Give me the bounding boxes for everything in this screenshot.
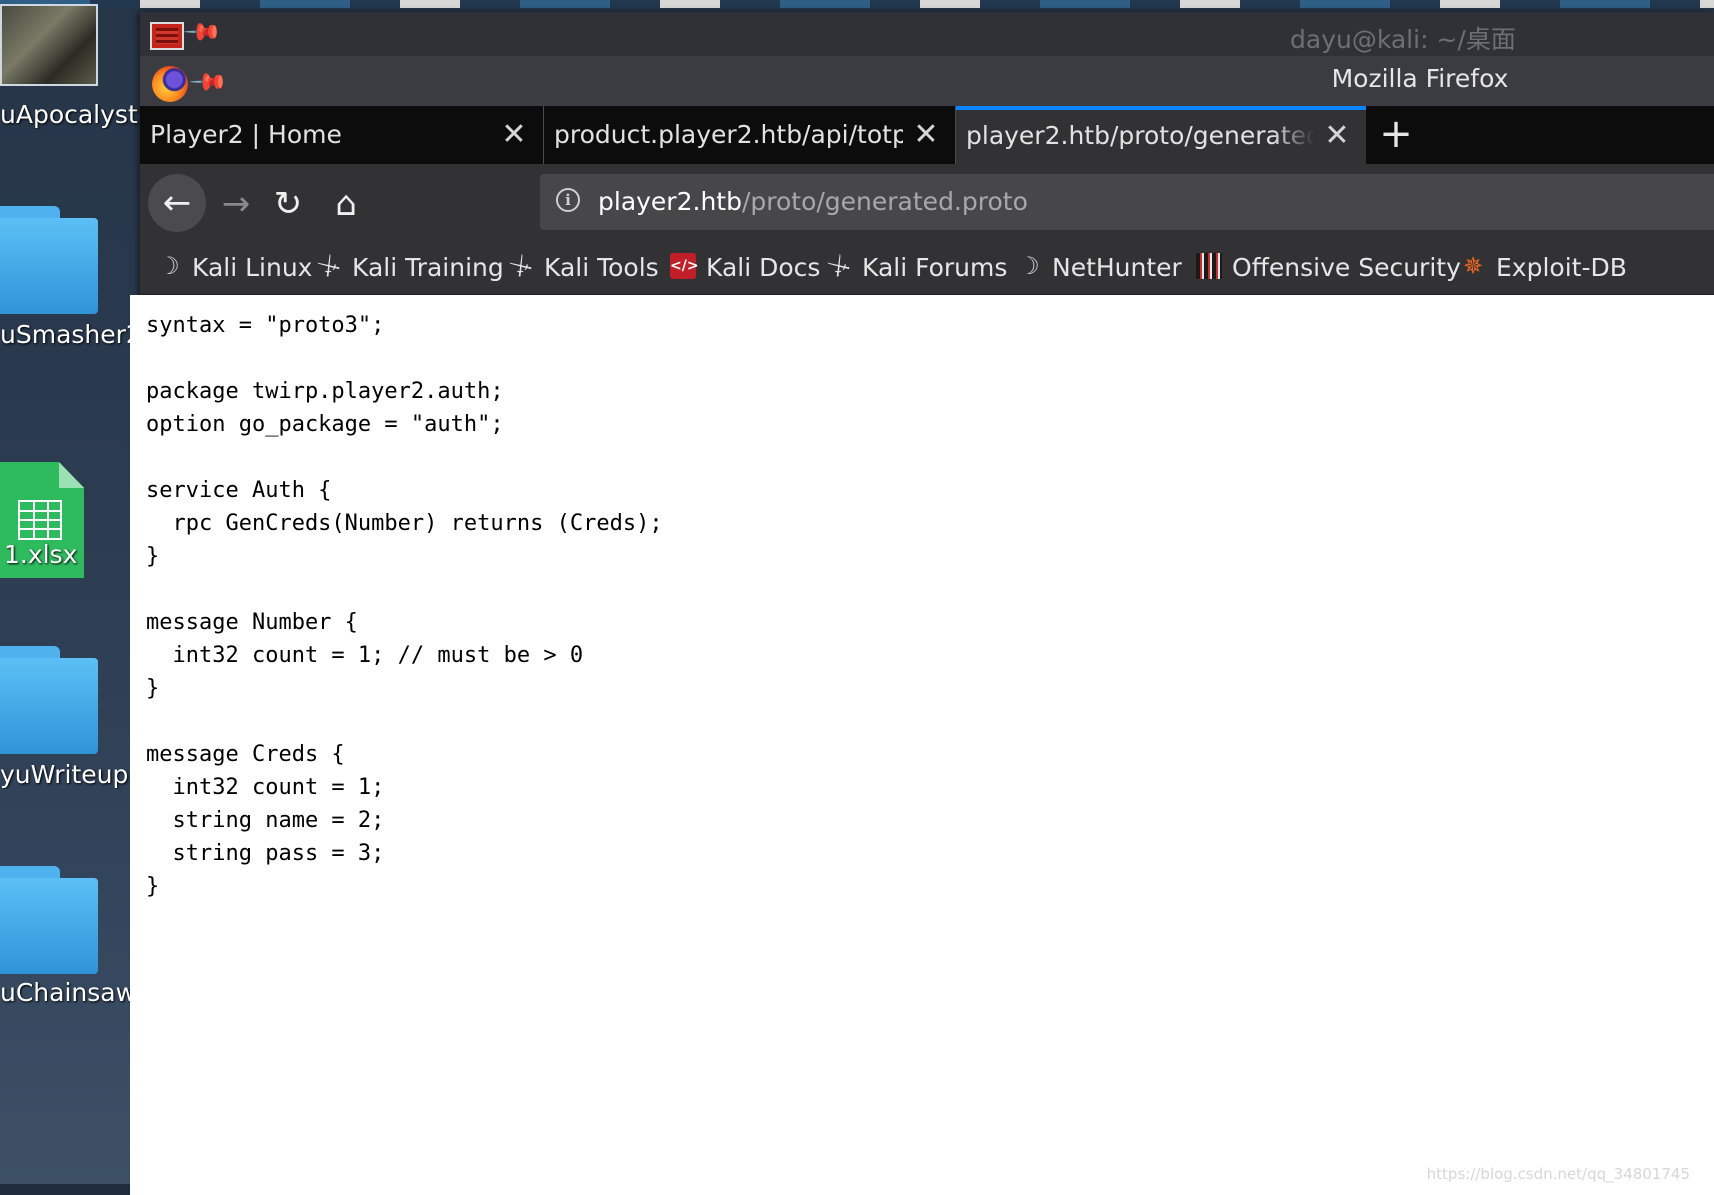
bookmark-kali-forums[interactable]: ⚔ Kali Forums bbox=[822, 242, 1008, 294]
pin-icon[interactable]: 📌 bbox=[182, 12, 223, 53]
code-line: rpc GenCreds(Number) returns (Creds); bbox=[146, 511, 663, 536]
kali-knife-icon: ⚔ bbox=[822, 248, 856, 284]
terminal-app-icon bbox=[150, 22, 184, 50]
bookmark-label: Kali Training bbox=[352, 253, 504, 282]
bookmark-label: Exploit-DB bbox=[1496, 253, 1627, 282]
desktop-icon-writeup[interactable]: yuWriteup bbox=[0, 640, 140, 810]
code-line: } bbox=[146, 544, 160, 569]
bookmark-label: Offensive Security bbox=[1232, 253, 1461, 282]
page-content: syntax = "proto3"; package twirp.player2.… bbox=[130, 295, 1714, 1195]
url-text[interactable]: player2.htb/proto/generated.proto bbox=[598, 174, 1028, 230]
code-line: option go_package = "auth"; bbox=[146, 412, 504, 437]
code-line: } bbox=[146, 676, 160, 701]
code-line: int32 count = 1; // must be > 0 bbox=[146, 643, 584, 668]
code-line: int32 count = 1; bbox=[146, 775, 385, 800]
tab-player2-home[interactable]: Player2 | Home ✕ bbox=[140, 106, 544, 164]
folder-icon-body bbox=[0, 878, 98, 974]
url-host: player2.htb bbox=[598, 187, 742, 216]
tab-strip: Player2 | Home ✕ product.player2.htb/api… bbox=[140, 106, 1714, 164]
desktop-icon-apocalyst[interactable]: uApocalyst bbox=[0, 0, 140, 140]
kali-knife-icon: ⚔ bbox=[504, 248, 538, 284]
back-arrow-icon[interactable]: ← bbox=[148, 174, 206, 232]
exploit-db-icon: ✵ bbox=[1462, 252, 1484, 280]
desktop-icon-label: uSmasher2 bbox=[0, 320, 140, 349]
bookmark-kali-training[interactable]: ⚔ Kali Training bbox=[312, 242, 504, 294]
close-icon[interactable]: ✕ bbox=[911, 106, 941, 164]
desktop-icon-label: yuWriteup bbox=[0, 760, 129, 789]
bookmark-label: Kali Forums bbox=[862, 253, 1008, 282]
bookmark-label: NetHunter bbox=[1052, 253, 1182, 282]
desktop-icon-label: uChainsaw bbox=[0, 978, 137, 1007]
code-line: package twirp.player2.auth; bbox=[146, 379, 504, 404]
reload-icon[interactable]: ↻ bbox=[262, 178, 314, 230]
desktop-icon-chainsaw[interactable]: uChainsaw bbox=[0, 860, 140, 1030]
spreadsheet-grid-icon bbox=[18, 500, 62, 540]
bookmark-label: Kali Linux bbox=[192, 253, 313, 282]
bookmark-label: Kali Tools bbox=[544, 253, 659, 282]
site-info-icon[interactable]: i bbox=[556, 188, 580, 212]
desktop-icon-label: uApocalyst bbox=[0, 100, 138, 129]
folder-icon-body bbox=[0, 218, 98, 314]
terminal-titlebar: 📌 dayu@kali: ~/桌面 bbox=[140, 12, 1714, 56]
proto-source: syntax = "proto3"; package twirp.player2.… bbox=[146, 309, 663, 903]
bookmark-kali-docs[interactable]: </> Kali Docs bbox=[670, 242, 820, 294]
home-icon[interactable]: ⌂ bbox=[320, 178, 372, 230]
bookmark-kali-tools[interactable]: ⚔ Kali Tools bbox=[504, 242, 659, 294]
image-thumbnail-icon bbox=[0, 4, 98, 86]
folder-icon-body bbox=[0, 658, 98, 754]
tab-label: player2.htb/proto/generated.proto bbox=[966, 121, 1314, 150]
window-titlebar: 📌 Mozilla Firefox bbox=[140, 56, 1714, 106]
firefox-logo-icon bbox=[152, 66, 188, 102]
terminal-title: dayu@kali: ~/桌面 bbox=[1290, 25, 1516, 54]
url-path: /proto/generated.proto bbox=[741, 187, 1028, 216]
tab-label: Player2 | Home bbox=[150, 120, 342, 149]
offsec-icon bbox=[1196, 253, 1222, 279]
code-line: message Number { bbox=[146, 610, 358, 635]
desktop-top-strip bbox=[0, 0, 1714, 8]
kali-knife-icon: ⚔ bbox=[312, 248, 346, 284]
window-title: Mozilla Firefox bbox=[1331, 64, 1509, 93]
bookmark-exploit-db[interactable]: ✵ Exploit-DB bbox=[1460, 242, 1714, 294]
firefox-window: 📌 dayu@kali: ~/桌面 📌 Mozilla Firefox Play… bbox=[130, 12, 1714, 1195]
bookmark-kali-linux[interactable]: ☽ Kali Linux bbox=[156, 242, 312, 294]
kali-dragon-icon: ☽ bbox=[1018, 252, 1040, 280]
bookmark-label: Kali Docs bbox=[706, 253, 821, 282]
code-line: string pass = 3; bbox=[146, 841, 385, 866]
pin-icon[interactable]: 📌 bbox=[188, 62, 229, 103]
navigation-toolbar: ← → ↻ ⌂ i player2.htb/proto/generated.pr… bbox=[140, 164, 1714, 242]
tab-totp[interactable]: product.player2.htb/api/totp.php ✕ bbox=[544, 106, 956, 164]
bookmarks-toolbar: ☽ Kali Linux ⚔ Kali Training ⚔ Kali Tools <… bbox=[140, 242, 1714, 295]
tab-label: product.player2.htb/api/totp.php bbox=[554, 120, 903, 149]
desktop-icon-label: 1.xlsx bbox=[4, 540, 78, 569]
tab-generated-proto[interactable]: player2.htb/proto/generated.proto ✕ bbox=[956, 106, 1366, 164]
watermark: https://blog.csdn.net/qq_34801745 bbox=[1426, 1165, 1690, 1183]
code-line: syntax = "proto3"; bbox=[146, 313, 385, 338]
bookmark-offensive-security[interactable]: Offensive Security bbox=[1196, 242, 1461, 294]
code-line: } bbox=[146, 874, 160, 899]
address-bar[interactable]: i player2.htb/proto/generated.proto bbox=[540, 174, 1714, 230]
close-icon[interactable]: ✕ bbox=[499, 106, 529, 164]
bookmark-nethunter[interactable]: ☽ NetHunter bbox=[1016, 242, 1182, 294]
kali-docs-icon: </> bbox=[670, 253, 699, 279]
desktop-icon-smasher2[interactable]: uSmasher2 bbox=[0, 200, 140, 360]
close-icon[interactable]: ✕ bbox=[1322, 110, 1352, 162]
code-line: message Creds { bbox=[146, 742, 345, 767]
code-line: string name = 2; bbox=[146, 808, 385, 833]
forward-arrow-icon[interactable]: → bbox=[210, 178, 262, 230]
kali-dragon-icon: ☽ bbox=[158, 252, 180, 280]
code-line: service Auth { bbox=[146, 478, 332, 503]
new-tab-plus-icon[interactable]: + bbox=[1376, 106, 1416, 164]
